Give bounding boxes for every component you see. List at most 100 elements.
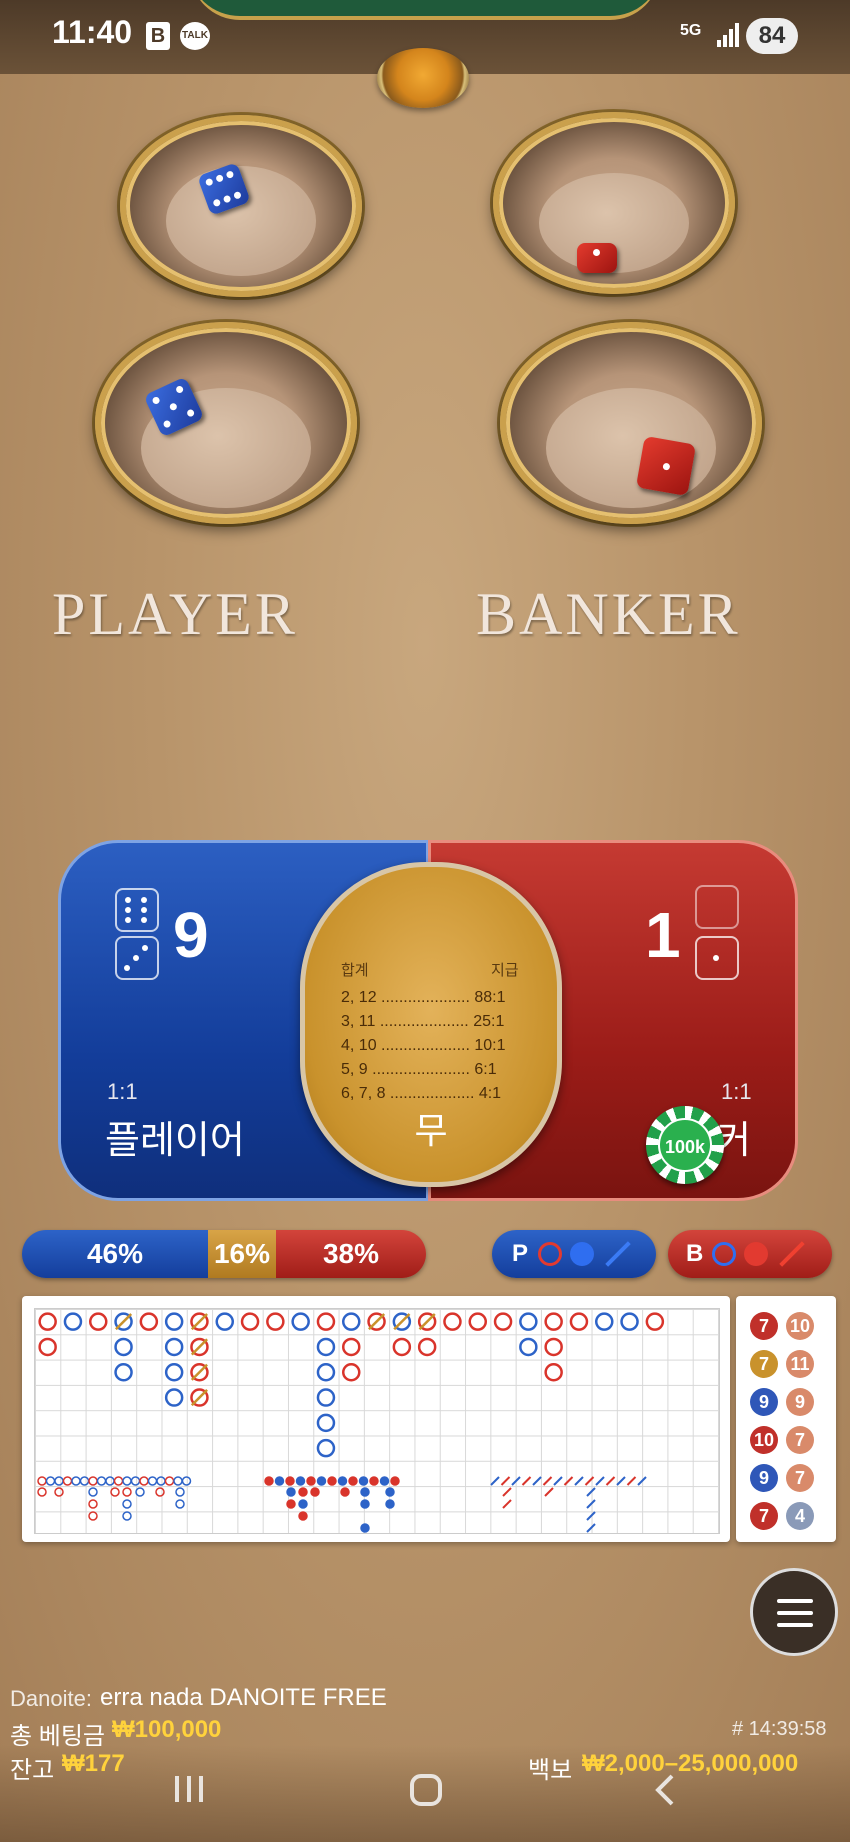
derived-road-mark: [156, 1476, 166, 1486]
derived-road-mark: [62, 1476, 73, 1486]
cockroach-road-mark: [595, 1476, 605, 1486]
cockroach-road-mark: [521, 1476, 532, 1486]
tie-payout-row: 6, 7, 8 ................... 4:1: [341, 1085, 502, 1102]
derived-road-mark: [369, 1476, 379, 1486]
derived-road-mark: [122, 1511, 132, 1521]
small-road-dot-icon: [570, 1242, 594, 1266]
derived-road-mark: [88, 1476, 98, 1486]
total-bet-value: ₩100,000: [112, 1716, 222, 1743]
player-odds: 1:1: [107, 1079, 138, 1104]
derived-road-mark: [286, 1499, 296, 1509]
road-mark: [164, 1388, 184, 1407]
game-id: # 14:39:58: [732, 1718, 827, 1740]
derived-road-mark: [385, 1499, 395, 1509]
derived-road-mark: [130, 1476, 141, 1486]
player-bet-label: 플레이어: [105, 1120, 245, 1162]
cockroach-road-mark: [502, 1487, 512, 1497]
signal-icon: [716, 22, 740, 52]
player-prediction-button[interactable]: P: [492, 1230, 656, 1278]
road-mark: [316, 1312, 336, 1331]
cockroach-slash-icon: [605, 1241, 631, 1267]
placed-chip[interactable]: 100k: [646, 1106, 724, 1184]
table-rim: [190, 0, 660, 20]
derived-road-mark: [122, 1476, 132, 1486]
road-mark: [114, 1337, 133, 1357]
road-mark: [291, 1312, 310, 1331]
dice-total-badge: 9: [786, 1388, 814, 1416]
dice-total-badge: 9: [750, 1464, 778, 1492]
menu-button[interactable]: [750, 1568, 838, 1656]
derived-road-mark: [88, 1487, 98, 1497]
small-road-dot-icon: [744, 1242, 768, 1266]
banker-result-die-2: [695, 936, 739, 980]
cockroach-road-mark: [574, 1476, 584, 1486]
road-mark: [645, 1312, 665, 1331]
tie-payout-row: 2, 12 .................... 88:1: [341, 989, 506, 1006]
derived-road-mark: [37, 1487, 47, 1497]
back-icon[interactable]: [650, 1772, 680, 1817]
derived-road-mark: [385, 1487, 395, 1497]
road-mark: [316, 1438, 336, 1458]
app-b-icon: B: [146, 22, 170, 50]
cockroach-road-mark: [542, 1476, 553, 1486]
banker-title: BANKER: [476, 581, 741, 647]
derived-road-mark: [175, 1499, 185, 1509]
derived-road-mark: [147, 1476, 158, 1486]
derived-road-mark: [122, 1499, 132, 1509]
cockroach-road-mark: [586, 1523, 596, 1533]
chat-user: Danoite:: [10, 1686, 92, 1711]
derived-road-mark: [358, 1476, 369, 1486]
road-mark: [342, 1337, 361, 1357]
kakaotalk-icon: TALK: [180, 22, 210, 50]
derived-road-mark: [54, 1476, 64, 1486]
bet-percentage-bar: 46% 16% 38%: [22, 1230, 426, 1278]
dice-total-badge: 7: [750, 1502, 778, 1530]
road-mark: [493, 1312, 513, 1331]
balance-value: ₩177: [62, 1750, 125, 1777]
cockroach-road-mark: [511, 1476, 521, 1486]
battery-indicator: 84: [746, 18, 798, 54]
derived-road-mark: [71, 1476, 81, 1486]
road-mark: [519, 1337, 538, 1357]
road-mark: [417, 1337, 437, 1357]
banker-score: 1: [645, 899, 681, 971]
road-mark: [316, 1337, 336, 1357]
banker-prediction-button[interactable]: B: [668, 1230, 832, 1278]
status-time: 11:40: [52, 14, 133, 50]
dice-total-badge: 4: [786, 1502, 814, 1530]
cockroach-road-mark: [586, 1499, 596, 1509]
dice-total-badge: 7: [750, 1312, 778, 1340]
derived-road-mark: [360, 1487, 370, 1497]
derived-road-mark: [390, 1476, 400, 1486]
player-prediction-label: P: [512, 1240, 529, 1267]
road-mark: [316, 1388, 336, 1407]
derived-road-mark: [135, 1487, 145, 1497]
cockroach-road-mark: [553, 1476, 563, 1486]
player-score: 9: [173, 899, 209, 971]
tie-bet-area[interactable]: 합계 지급 2, 12 .................... 88:1 3,…: [300, 862, 562, 1187]
derived-road-mark: [181, 1476, 192, 1486]
home-icon[interactable]: [408, 1772, 444, 1817]
road-mark: [443, 1312, 462, 1331]
derived-road-mark: [264, 1476, 274, 1486]
big-road-ring-icon: [712, 1242, 736, 1266]
derived-road-mark: [310, 1487, 320, 1497]
derived-road-mark: [105, 1476, 115, 1486]
chat-message: erra nada DANOITE FREE: [100, 1684, 387, 1711]
tie-payout-header: 지급: [491, 962, 519, 979]
recent-apps-icon[interactable]: [172, 1772, 206, 1815]
derived-road-mark: [379, 1476, 390, 1486]
road-mark: [240, 1312, 260, 1331]
road-mark: [595, 1312, 614, 1331]
cockroach-road-mark: [544, 1487, 554, 1497]
road-scoreboard[interactable]: [22, 1296, 730, 1542]
derived-road-mark: [286, 1487, 296, 1497]
road-mark: [114, 1363, 133, 1382]
derived-road-mark: [298, 1499, 308, 1509]
derived-road-mark: [274, 1476, 285, 1486]
bet-limits-value: ₩2,000–25,000,000: [582, 1750, 799, 1777]
derived-road-mark: [139, 1476, 149, 1486]
road-mark: [164, 1363, 184, 1382]
road-mark: [620, 1312, 639, 1331]
banker-cup-2: [500, 322, 762, 524]
